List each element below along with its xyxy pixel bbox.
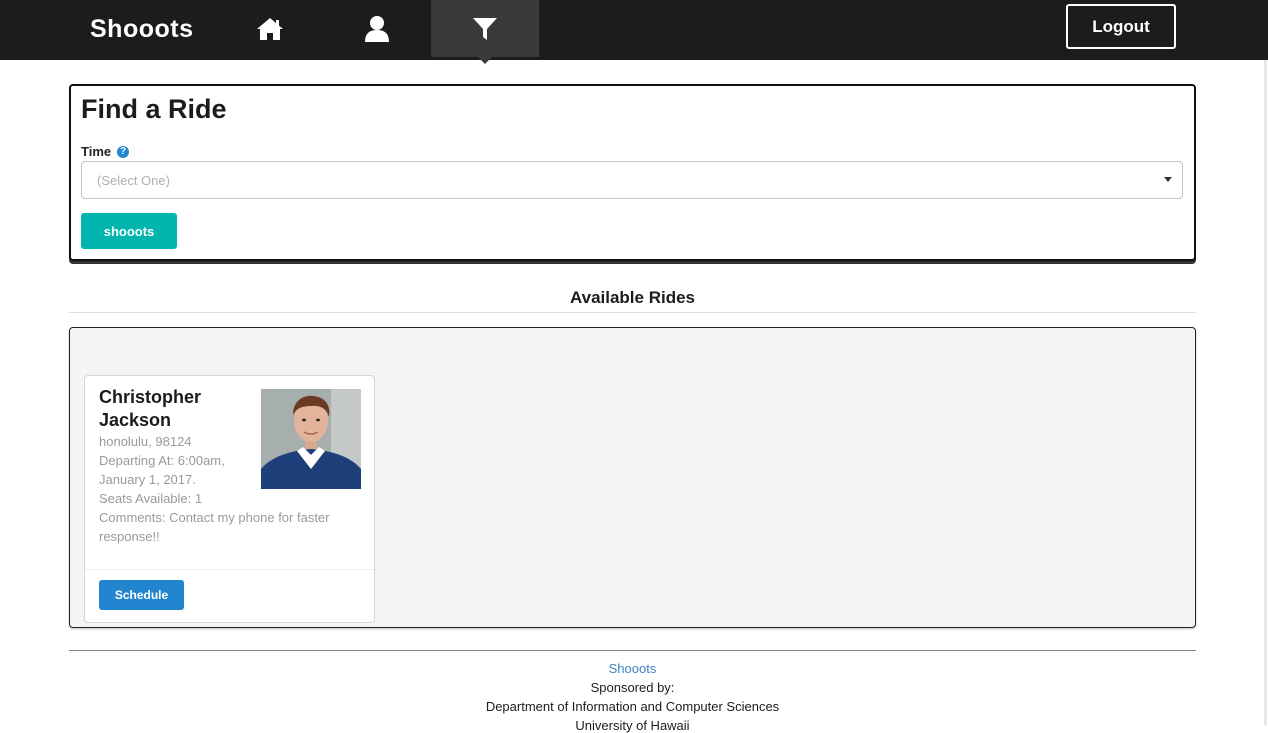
nav-filter[interactable] [431,0,539,57]
time-label: Time ? [81,144,130,159]
home-icon [257,17,283,40]
logout-button[interactable]: Logout [1066,4,1176,49]
card-divider [85,569,374,570]
rides-list: Christopher Jackson honolulu, 98124 Depa… [69,327,1196,628]
active-tab-pointer [478,57,492,64]
divider [69,312,1196,313]
footer-department: Department of Information and Computer S… [485,699,780,714]
ride-departing: Departing At: 6:00am, January 1, 2017. [99,453,225,487]
filter-icon [473,17,497,40]
schedule-button[interactable]: Schedule [99,580,184,610]
find-ride-title: Find a Ride [81,94,227,124]
scrollbar[interactable] [1264,60,1267,725]
dropdown-caret-icon [1164,177,1172,182]
user-icon [365,15,389,42]
ride-seats: Seats Available: 1 [99,491,203,506]
nav-profile[interactable] [323,0,431,57]
ride-location: honolulu, 98124 [99,434,192,449]
footer-link[interactable]: Shooots [69,661,1196,676]
footer-sponsored: Sponsored by: [590,680,675,695]
available-rides-heading: Available Rides [569,288,696,307]
time-select[interactable]: (Select One) [81,161,1183,199]
brand-logo[interactable]: Shooots [90,12,194,46]
find-ride-form: Find a Ride Time ? (Select One) shooots [69,84,1196,261]
ride-card: Christopher Jackson honolulu, 98124 Depa… [84,375,375,623]
footer-university: University of Hawaii [575,718,690,733]
footer-divider [69,650,1196,651]
nav-home[interactable] [216,0,324,57]
top-navbar: Shooots Logout [0,0,1268,60]
time-select-placeholder: (Select One) [97,173,170,188]
driver-photo [261,389,361,489]
question-circle-icon[interactable]: ? [117,145,130,158]
ride-comments: Comments: Contact my phone for faster re… [99,510,330,544]
driver-avatar-image [261,389,361,489]
driver-name: Christopher Jackson [99,387,202,430]
search-rides-button[interactable]: shooots [81,213,177,249]
time-label-text: Time [81,144,112,159]
